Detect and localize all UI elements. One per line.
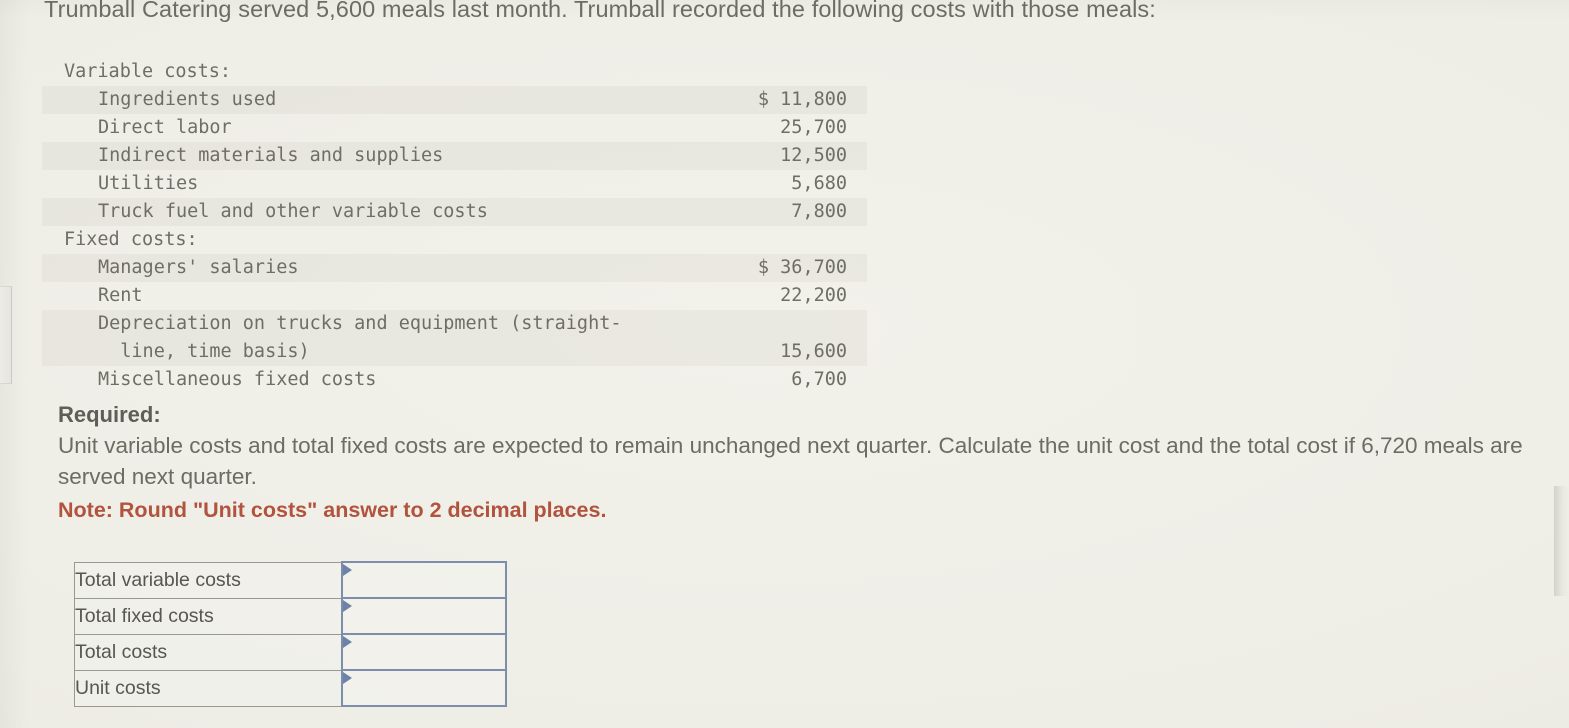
schedule-row: Indirect materials and supplies 12,500: [42, 142, 867, 170]
cell-marker-triangle-icon: [343, 600, 352, 612]
schedule-heading-label: Fixed costs:: [64, 229, 198, 250]
cost-schedule: Variable costs: Ingredients used $ 11,80…: [42, 58, 867, 394]
schedule-row-label: Depreciation on trucks and equipment (st…: [98, 313, 622, 362]
required-title: Required:: [58, 402, 161, 427]
required-section: Required: Unit variable costs and total …: [58, 400, 1558, 526]
answer-input-unit-costs[interactable]: [341, 669, 507, 707]
schedule-row: Managers' salaries $ 36,700: [42, 254, 867, 282]
schedule-row-amount: 5,680: [791, 173, 847, 194]
schedule-row-amount: 15,600: [780, 341, 847, 362]
schedule-row-label: Utilities: [98, 173, 199, 194]
schedule-row-amount: 25,700: [780, 117, 847, 138]
answer-input-total-variable-costs[interactable]: [341, 561, 507, 599]
answer-row-label: Total costs: [74, 633, 343, 671]
answer-row-label: Total variable costs: [74, 561, 343, 599]
table-row: Total costs: [74, 633, 507, 671]
schedule-row-label: Managers' salaries: [98, 257, 299, 278]
schedule-row-label: Direct labor: [98, 117, 232, 138]
schedule-section-heading-variable: Variable costs:: [42, 58, 867, 86]
required-note-text: Note: Round "Unit costs" answer to 2 dec…: [58, 498, 607, 522]
answer-input-total-costs[interactable]: [341, 633, 507, 671]
schedule-row-amount: 6,700: [791, 369, 847, 390]
schedule-row: Rent 22,200: [42, 282, 867, 310]
schedule-row: Truck fuel and other variable costs 7,80…: [42, 198, 867, 226]
answer-row-label: Total fixed costs: [74, 597, 343, 635]
schedule-row-amount: $ 11,800: [757, 89, 847, 110]
cell-marker-triangle-icon: [343, 636, 352, 648]
schedule-row-label: Ingredients used: [98, 89, 277, 110]
answer-row-label: Unit costs: [74, 669, 343, 707]
schedule-row-amount: $ 36,700: [757, 257, 847, 278]
answer-input-total-fixed-costs[interactable]: [341, 597, 507, 635]
table-row: Total fixed costs: [74, 597, 507, 635]
schedule-row-label: Truck fuel and other variable costs: [98, 201, 488, 222]
schedule-section-heading-fixed: Fixed costs:: [42, 226, 867, 254]
cell-marker-triangle-icon: [343, 564, 352, 576]
schedule-row: Depreciation on trucks and equipment (st…: [42, 310, 867, 366]
schedule-row-amount: 22,200: [780, 285, 847, 306]
required-body-text: Unit variable costs and total fixed cost…: [58, 433, 1523, 489]
schedule-row: Miscellaneous fixed costs 6,700: [42, 366, 867, 394]
schedule-row-amount: 12,500: [780, 145, 847, 166]
cell-marker-triangle-icon: [343, 672, 352, 684]
schedule-row: Ingredients used $ 11,800: [42, 86, 867, 114]
table-row: Unit costs: [74, 669, 507, 707]
answer-table: Total variable costs Total fixed costs T…: [74, 561, 507, 707]
problem-intro-text: Trumball Catering served 5,600 meals las…: [44, 0, 1156, 22]
schedule-heading-label: Variable costs:: [64, 61, 232, 82]
schedule-row-label: Miscellaneous fixed costs: [98, 369, 377, 390]
table-row: Total variable costs: [74, 561, 507, 599]
schedule-row-label: Rent: [98, 285, 143, 306]
schedule-row-amount: 7,800: [791, 201, 847, 222]
schedule-row: Utilities 5,680: [42, 170, 867, 198]
schedule-row: Direct labor 25,700: [42, 114, 867, 142]
schedule-row-label: Indirect materials and supplies: [98, 145, 444, 166]
